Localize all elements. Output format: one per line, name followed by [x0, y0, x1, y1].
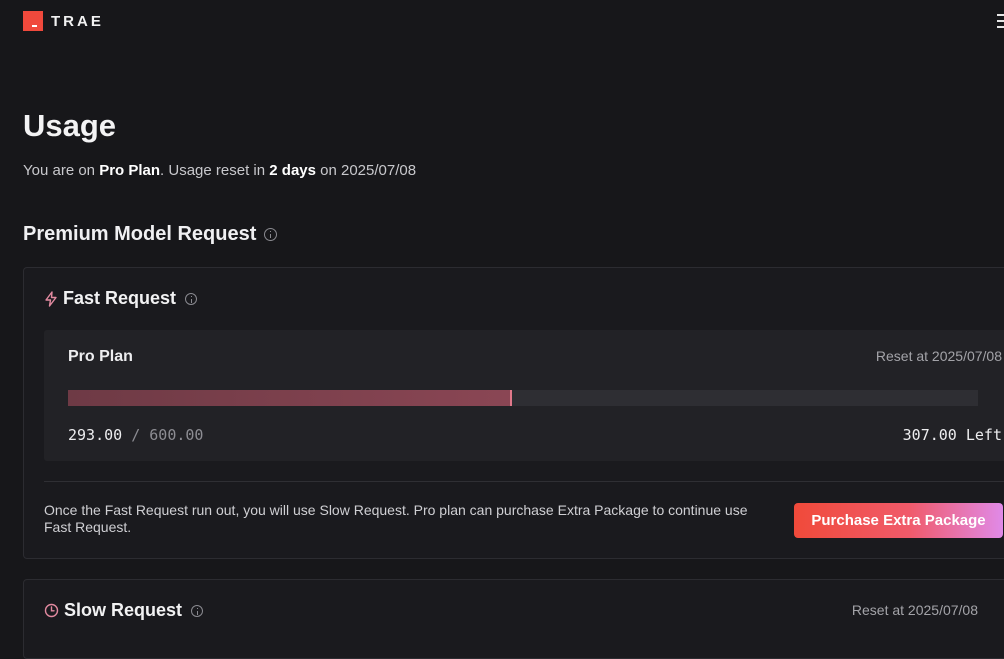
reset-date: Reset at 2025/07/08 — [875, 348, 1002, 364]
reset-date: Reset at 2025/07/08 — [851, 602, 978, 618]
reset-days: 2 days — [269, 162, 316, 179]
plan-summary: You are on Pro Plan. Usage reset in 2 da… — [23, 162, 416, 179]
clock-icon — [44, 603, 59, 618]
fast-request-card: Fast Request Pro Plan Reset at 2025/07/0… — [23, 267, 1004, 559]
plan-name: Pro Plan — [68, 348, 133, 365]
brand-name[interactable]: TRAE — [51, 13, 104, 30]
purchase-extra-package-button[interactable]: Purchase Extra Package — [794, 503, 1003, 538]
section-title-text: Premium Model Request — [23, 223, 257, 245]
info-icon[interactable] — [185, 292, 198, 305]
info-icon[interactable] — [264, 228, 278, 241]
trae-logo-icon[interactable] — [23, 11, 43, 31]
summary-prefix: You are on — [23, 162, 100, 179]
slow-request-card: Slow Request Reset at 2025/07/08 — [23, 579, 1004, 659]
fast-request-header: Fast Request — [44, 288, 198, 309]
usage-left: 307.00 Left — [902, 426, 1002, 444]
usage-total: 600.00 — [149, 426, 204, 444]
usage-separator: / — [122, 426, 150, 444]
info-icon[interactable] — [191, 604, 204, 617]
usage-progress-fill — [68, 390, 513, 406]
plan-usage-box: Pro Plan Reset at 2025/07/08 293.00 / 60… — [44, 330, 1004, 461]
menu-icon[interactable] — [997, 14, 1004, 28]
summary-middle: . Usage reset in — [160, 162, 270, 179]
divider — [44, 481, 1004, 482]
usage-progress-bar — [68, 390, 978, 406]
fast-request-note: Once the Fast Request run out, you will … — [44, 502, 748, 535]
usage-count: 293.00 / 600.00 — [68, 426, 203, 444]
section-title: Premium Model Request — [23, 223, 278, 246]
page-title: Usage — [23, 108, 117, 143]
summary-suffix: on 2025/07/08 — [315, 162, 417, 179]
lightning-icon — [45, 290, 57, 307]
fast-request-title: Fast Request — [63, 288, 177, 308]
slow-request-title: Slow Request — [64, 600, 183, 620]
usage-used: 293.00 — [68, 426, 123, 444]
slow-request-header: Slow Request — [44, 600, 204, 621]
top-bar: TRAE — [0, 0, 1004, 44]
current-plan: Pro Plan — [99, 162, 161, 179]
